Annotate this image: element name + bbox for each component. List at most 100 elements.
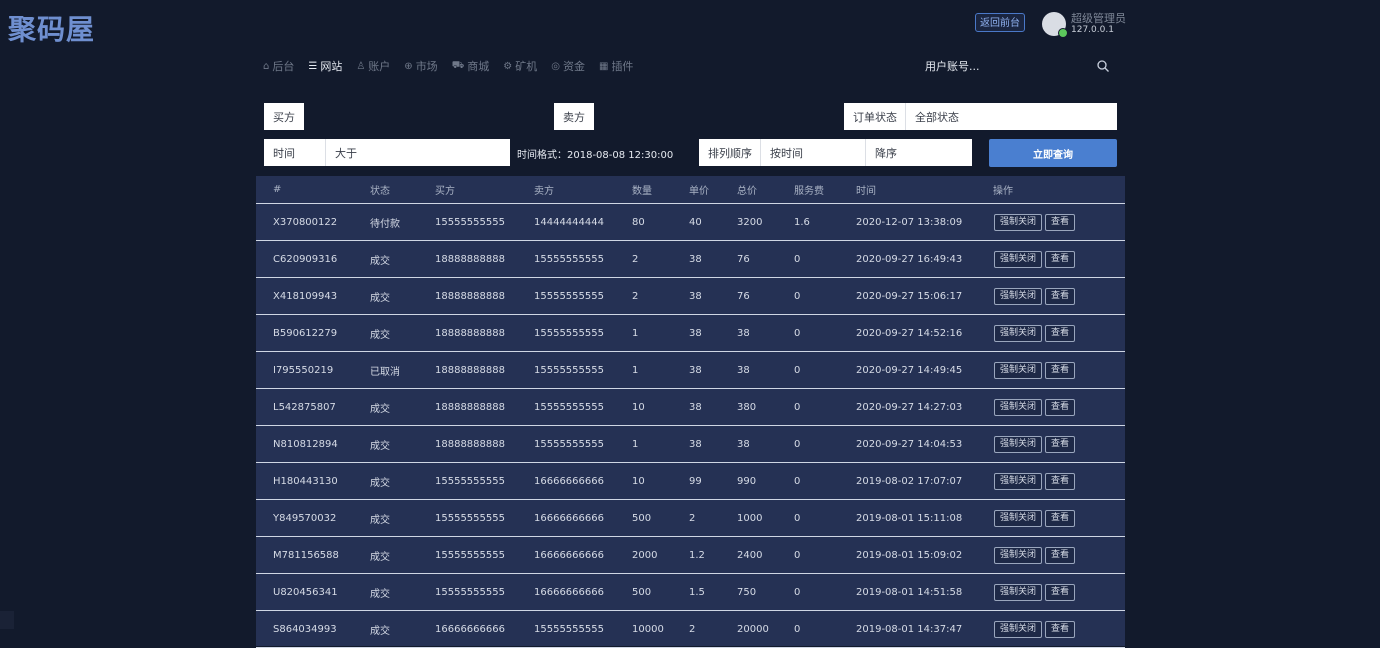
query-button[interactable]: 立即查询 — [989, 139, 1117, 167]
nav-item-label: 矿机 — [515, 60, 538, 73]
sort-direction-select[interactable]: 降序 — [866, 139, 972, 166]
view-button[interactable]: 查看 — [1045, 361, 1076, 379]
row-unit-price: 38 — [689, 438, 702, 450]
sort-label: 排列顺序 — [699, 139, 761, 166]
row-quantity: 80 — [632, 216, 645, 228]
row-time: 2019-08-01 14:37:47 — [856, 623, 963, 635]
row-status: 成交 — [370, 292, 390, 304]
row-time: 2020-09-27 16:49:43 — [856, 253, 963, 265]
cart-icon: ⛟ — [451, 59, 465, 71]
order-status-select[interactable]: 全部状态 — [906, 103, 1117, 130]
view-button[interactable]: 查看 — [1045, 509, 1076, 527]
row-total: 76 — [737, 253, 750, 265]
row-buyer: 18888888888 — [435, 438, 505, 450]
row-total: 2400 — [737, 549, 763, 561]
row-quantity: 2 — [632, 290, 639, 302]
nav-item-plugins[interactable]: ▦ 插件 — [599, 58, 633, 74]
time-compare-select[interactable]: 大于 — [326, 139, 510, 166]
nav-item-website[interactable]: ☰ 网站 — [308, 58, 342, 74]
row-buyer: 16666666666 — [435, 623, 505, 635]
nav-item-mall[interactable]: ⛟ 商城 — [452, 58, 490, 74]
view-button[interactable]: 查看 — [1045, 324, 1076, 342]
force-close-button[interactable]: 强制关闭 — [994, 435, 1043, 453]
force-close-button[interactable]: 强制关闭 — [994, 583, 1043, 601]
view-button[interactable]: 查看 — [1045, 250, 1076, 268]
sort-by-select[interactable]: 按时间 — [761, 139, 866, 166]
view-button[interactable]: 查看 — [1045, 398, 1076, 416]
view-button[interactable]: 查看 — [1045, 620, 1076, 638]
row-actions: 强制关闭 查看 — [994, 241, 1078, 277]
table-row: I795550219 已取消 18888888888 15555555555 1 38 38… — [256, 352, 1125, 389]
view-button[interactable]: 查看 — [1045, 287, 1076, 305]
orders-table: # 状态 买方 卖方 数量 单价 总价 服务费 时间 操作 X370800122… — [256, 176, 1125, 648]
force-close-button[interactable]: 强制关闭 — [994, 472, 1043, 490]
row-quantity: 10 — [632, 401, 645, 413]
table-row: L542875807 成交 18888888888 15555555555 10 38 38… — [256, 389, 1125, 426]
row-unit-price: 1.2 — [689, 549, 705, 561]
force-close-button[interactable]: 强制关闭 — [994, 361, 1043, 379]
view-button[interactable]: 查看 — [1045, 472, 1076, 490]
row-total: 1000 — [737, 512, 763, 524]
row-quantity: 1 — [632, 327, 639, 339]
site-logo[interactable]: 聚码屋 — [8, 8, 95, 48]
view-button[interactable]: 查看 — [1045, 546, 1076, 564]
nav-item-market[interactable]: ⊕ 市场 — [404, 58, 437, 74]
home-icon: ⌂ — [263, 60, 270, 72]
user-ip: 127.0.0.1 — [1071, 25, 1114, 35]
view-button[interactable]: 查看 — [1045, 583, 1076, 601]
nav-item-label: 插件 — [611, 60, 634, 73]
row-fee: 0 — [794, 401, 801, 413]
force-close-button[interactable]: 强制关闭 — [994, 546, 1043, 564]
time-filter: 时间 大于 — [264, 139, 510, 166]
force-close-button[interactable]: 强制关闭 — [994, 287, 1043, 305]
force-close-button[interactable]: 强制关闭 — [994, 324, 1043, 342]
row-total: 20000 — [737, 623, 769, 635]
force-close-button[interactable]: 强制关闭 — [994, 509, 1043, 527]
seller-filter[interactable]: 卖方 — [554, 103, 594, 130]
view-button[interactable]: 查看 — [1045, 435, 1076, 453]
table-row: C620909316 成交 18888888888 15555555555 2 38 76 0… — [256, 241, 1125, 278]
search-icon[interactable] — [1096, 59, 1110, 73]
row-fee: 0 — [794, 586, 801, 598]
row-buyer: 15555555555 — [435, 512, 505, 524]
row-status: 成交 — [370, 625, 390, 637]
row-status: 成交 — [370, 477, 390, 489]
user-account-search-input[interactable] — [925, 58, 1095, 74]
table-header: # 状态 买方 卖方 数量 单价 总价 服务费 时间 操作 — [256, 176, 1125, 204]
row-actions: 强制关闭 查看 — [994, 426, 1078, 462]
row-id: U820456341 — [273, 586, 338, 598]
col-total: 总价 — [737, 186, 757, 197]
row-id: C620909316 — [273, 253, 338, 265]
force-close-button[interactable]: 强制关闭 — [994, 398, 1043, 416]
list-icon: ☰ — [308, 60, 318, 72]
col-seller: 卖方 — [534, 186, 554, 197]
nav-item-miner[interactable]: ⚙ 矿机 — [503, 58, 537, 74]
row-unit-price: 99 — [689, 475, 702, 487]
nav-item-dashboard[interactable]: ⌂ 后台 — [263, 58, 294, 74]
table-row: Y849570032 成交 15555555555 16666666666 500 2 10… — [256, 500, 1125, 537]
row-time: 2019-08-01 15:09:02 — [856, 549, 963, 561]
force-close-button[interactable]: 强制关闭 — [994, 250, 1043, 268]
force-close-button[interactable]: 强制关闭 — [994, 213, 1043, 231]
row-status: 成交 — [370, 551, 390, 563]
force-close-button[interactable]: 强制关闭 — [994, 620, 1043, 638]
table-row: M781156588 成交 15555555555 16666666666 2000 1.… — [256, 537, 1125, 574]
row-fee: 0 — [794, 253, 801, 265]
row-total: 3200 — [737, 216, 763, 228]
nav-item-accounts[interactable]: ♙ 账户 — [356, 58, 390, 74]
nav-item-funds[interactable]: ◎ 资金 — [551, 58, 585, 74]
row-total: 76 — [737, 290, 750, 302]
back-to-frontend-button[interactable]: 返回前台 — [975, 13, 1025, 32]
row-fee: 0 — [794, 549, 801, 561]
row-status: 成交 — [370, 329, 390, 341]
table-row: N810812894 成交 18888888888 15555555555 1 38 38 0… — [256, 426, 1125, 463]
view-button[interactable]: 查看 — [1045, 213, 1076, 231]
row-time: 2020-09-27 14:04:53 — [856, 438, 963, 450]
user-name[interactable]: 超级管理员 — [1071, 10, 1126, 26]
nav-item-label: 账户 — [368, 60, 391, 73]
main-nav: ⌂ 后台 ☰ 网站 ♙ 账户 ⊕ 市场 ⛟ 商城 ⚙ 矿机 ◎ 资金 ▦ 插件 — [263, 58, 633, 74]
buyer-filter[interactable]: 买方 — [264, 103, 304, 130]
row-seller: 15555555555 — [534, 364, 604, 376]
row-time: 2020-09-27 14:49:45 — [856, 364, 963, 376]
row-total: 380 — [737, 401, 757, 413]
